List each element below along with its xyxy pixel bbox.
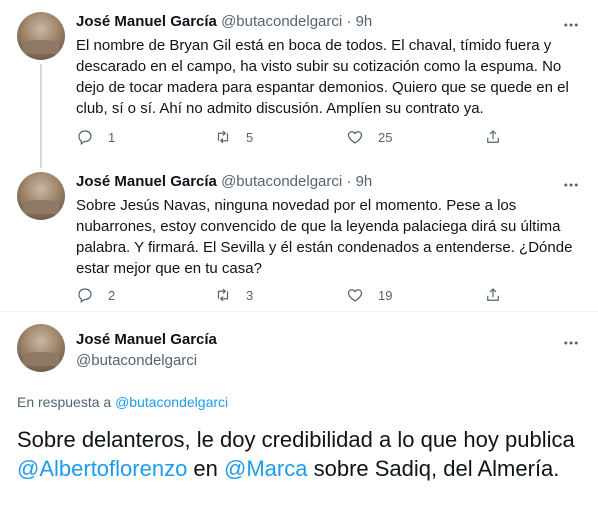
share-icon bbox=[487, 130, 499, 143]
avatar[interactable] bbox=[17, 12, 65, 60]
text-segment: en bbox=[187, 456, 225, 481]
tweet-time[interactable]: 9h bbox=[356, 173, 373, 190]
reply-icon bbox=[78, 288, 92, 303]
tweet-text: El nombre de Bryan Gil está en boca de t… bbox=[76, 37, 569, 117]
author-handle[interactable]: @butacondelgarci bbox=[76, 352, 197, 369]
author-name[interactable]: José Manuel García bbox=[76, 331, 217, 348]
author-handle-row: @butacondelgarci bbox=[76, 352, 197, 369]
retweet-icon bbox=[217, 288, 229, 302]
author-handle[interactable]: @butacondelgarci bbox=[221, 13, 342, 30]
tweet-actions: 1 5 25 bbox=[76, 128, 516, 148]
reply-prefix: En respuesta a bbox=[17, 394, 112, 410]
tweet-header: José Manuel García @butacondelgarci · 9h bbox=[76, 13, 372, 30]
separator-dot: · bbox=[346, 173, 352, 190]
heart-icon bbox=[347, 289, 363, 302]
main-tweet-text: Sobre delanteros, le doy credibilidad a … bbox=[17, 425, 582, 483]
heart-icon bbox=[347, 131, 363, 144]
text-segment: Sobre delanteros, le doy credibilidad a … bbox=[17, 427, 575, 452]
like-button[interactable]: 25 bbox=[346, 128, 392, 146]
avatar[interactable] bbox=[17, 324, 65, 372]
like-count: 25 bbox=[378, 129, 393, 145]
retweet-button[interactable]: 5 bbox=[214, 128, 253, 146]
share-icon bbox=[487, 288, 499, 301]
text-segment: sobre Sadiq, del Almería. bbox=[307, 456, 560, 481]
more-icon[interactable] bbox=[560, 334, 582, 352]
mention-link[interactable]: @Marca bbox=[224, 456, 307, 481]
separator-dot: · bbox=[346, 13, 352, 30]
reply-button[interactable]: 1 bbox=[76, 128, 115, 146]
like-button[interactable]: 19 bbox=[346, 286, 392, 304]
retweet-button[interactable]: 3 bbox=[214, 286, 253, 304]
share-button[interactable] bbox=[484, 286, 516, 304]
more-icon[interactable] bbox=[560, 16, 582, 34]
tweet-1[interactable]: José Manuel García @butacondelgarci · 9h… bbox=[0, 0, 598, 168]
reply-handle-link[interactable]: @butacondelgarci bbox=[115, 394, 228, 410]
reply-context: En respuesta a @butacondelgarci bbox=[17, 394, 228, 410]
tweet-actions: 2 3 19 bbox=[76, 286, 516, 306]
retweet-count: 3 bbox=[246, 287, 254, 303]
tweet-time[interactable]: 9h bbox=[356, 13, 373, 30]
author-handle[interactable]: @butacondelgarci bbox=[221, 173, 342, 190]
author-name[interactable]: José Manuel García bbox=[76, 13, 217, 30]
reply-count: 2 bbox=[108, 287, 116, 303]
share-button[interactable] bbox=[484, 128, 516, 146]
avatar[interactable] bbox=[17, 172, 65, 220]
tweet-text: Sobre Jesús Navas, ninguna novedad por e… bbox=[76, 197, 573, 277]
tweet-2[interactable]: José Manuel García @butacondelgarci · 9h… bbox=[0, 160, 598, 320]
reply-count: 1 bbox=[108, 129, 116, 145]
tweet-header: José Manuel García @butacondelgarci · 9h bbox=[76, 173, 372, 190]
more-icon[interactable] bbox=[560, 176, 582, 194]
retweet-count: 5 bbox=[246, 129, 254, 145]
reply-icon bbox=[78, 130, 92, 145]
author-name[interactable]: José Manuel García bbox=[76, 173, 217, 190]
like-count: 19 bbox=[378, 287, 393, 303]
author-name-row: José Manuel García bbox=[76, 331, 217, 348]
reply-button[interactable]: 2 bbox=[76, 286, 115, 304]
thread-line bbox=[40, 64, 42, 168]
retweet-icon bbox=[217, 130, 229, 144]
mention-link[interactable]: @Albertoflorenzo bbox=[17, 456, 187, 481]
